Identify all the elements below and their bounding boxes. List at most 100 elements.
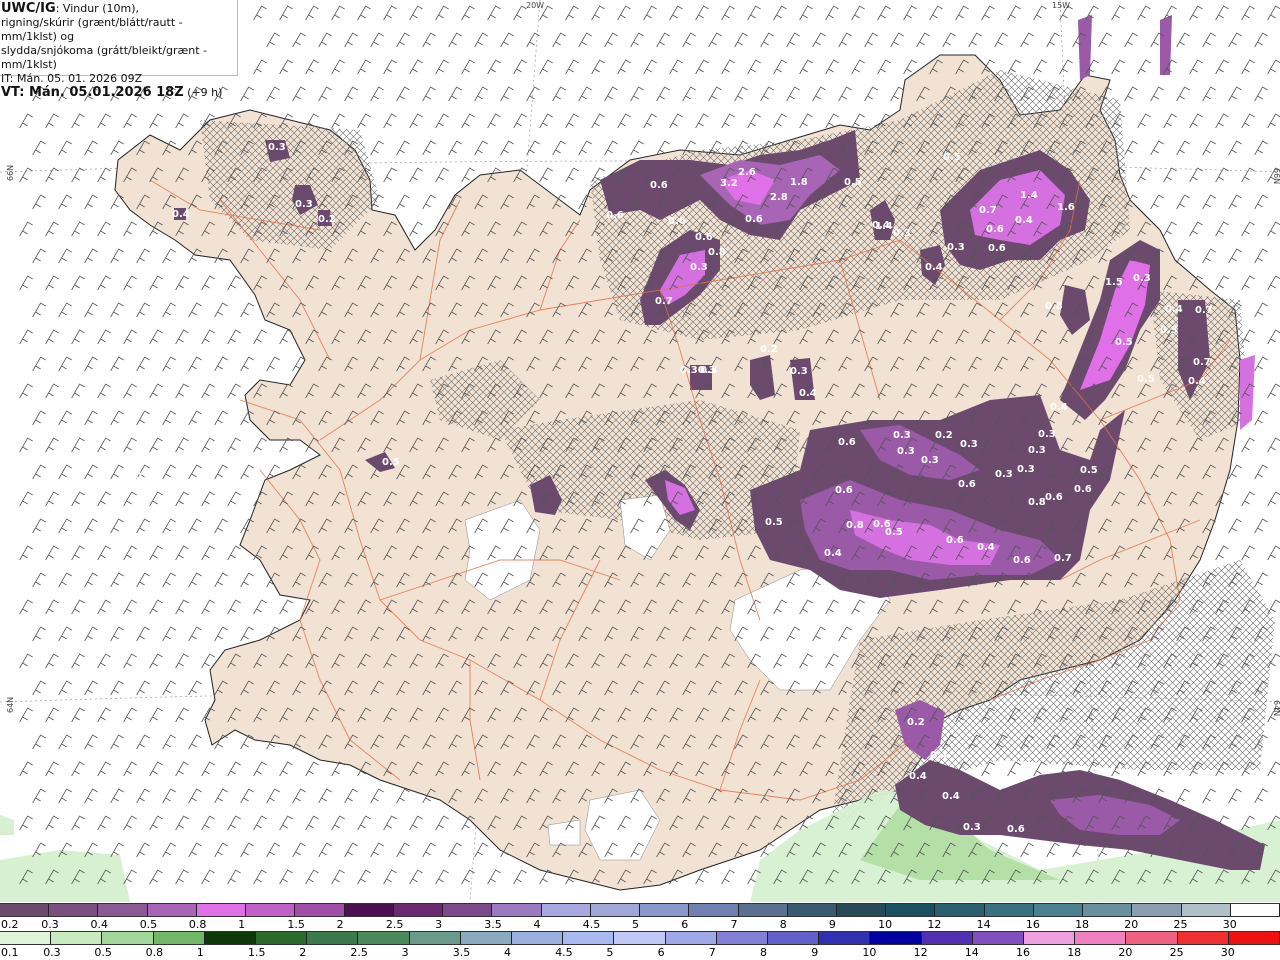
legend-value: 9 [828,918,836,931]
legend-swatch [1230,904,1280,916]
legend-swatch [870,932,922,944]
legend-value: 4.5 [555,946,573,959]
precip-value: 0.4 [1015,215,1033,226]
legend-value: 20 [1118,946,1133,959]
precip-value: 0.4 [799,388,817,399]
legend-value: 9 [811,946,819,959]
legend-value: 0.2 [1,918,19,931]
legend-swatch [358,932,410,944]
legend-swatch [716,932,769,944]
legend-value: 12 [927,918,942,931]
legend-value: 0.5 [139,918,158,931]
precip-value: 1.4 [875,221,893,232]
model-name: UWC/IG [1,1,56,16]
legend-value: 3 [401,946,409,959]
precip-value: 0.3 [1160,325,1178,336]
legend-swatch [196,904,247,916]
precip-value: 0.6 [650,180,668,191]
precip-value: 0.6 [1007,824,1025,835]
precip-value: 2.6 [738,167,756,178]
precip-value: 0.3 [1017,464,1035,475]
precip-value: 0.3 [295,199,313,210]
legend-swatch [819,932,871,944]
legend-swatch [787,904,837,916]
precip-value: 0.8 [708,247,726,258]
legend-swatch [1126,932,1178,944]
precip-value: 0.3 [135,471,153,482]
precip-value: 0.6 [695,232,713,243]
lat-label-64n-left: 64N [6,697,15,713]
precip-value: 0.5 [765,517,783,528]
legend-swatch [49,904,99,916]
legend-value: 1 [196,946,204,959]
precip-value: 0.8 [846,520,864,531]
legend-value: 10 [878,918,893,931]
lon-label-15w: 15W [1052,1,1070,10]
snow-legend-labels: 0.2 0.3 0.4 0.5 0.8 1 1.5 2 2.5 3 3.5 4 4.5 5 6 7 8 9 10 12… [0,918,1280,932]
legend-value: 25 [1169,946,1184,959]
legend-value: 8 [760,946,767,959]
rain-legend-bar [0,931,1280,945]
header-line3: slydda/snjókoma (grátt/bleikt/grænt - mm… [1,44,208,71]
legend-value: 1 [238,918,246,931]
precip-value: 1.4 [1020,190,1038,201]
legend-value: 1.5 [248,946,266,959]
map-info-box: UWC/IG: Vindur (10m), rigning/skúrir (gr… [0,0,238,100]
legend-value: 0.3 [41,918,59,931]
precip-value: 0.5 [1115,337,1133,348]
legend-swatch [246,904,296,916]
legend-swatch [0,932,52,944]
legend-swatch [204,932,257,944]
precip-value: 0.6 [873,519,891,530]
valid-time: VT: Mán. 05.01.2026 18Z [1,85,184,100]
legend-swatch [409,932,461,944]
precip-value: 0.4 [824,548,842,559]
precip-value: 0.3 [893,430,911,441]
legend-value: 18 [1067,946,1082,959]
legend-swatch [460,932,513,944]
precip-value: 0.5 [382,457,400,468]
precip-value: 0.3 [690,262,708,273]
precip-value: 0.6 [835,485,853,496]
legend-value: 20 [1124,918,1139,931]
legend-value: 12 [913,946,928,959]
legend-swatch [295,904,345,916]
precip-value: 0.6 [1045,492,1063,503]
precip-value: 0.4 [909,771,927,782]
legend-swatch [153,932,205,944]
init-time: IT: Mán. 05. 01. 2026 09Z [1,72,143,85]
precip-value: 0.6 [1013,555,1031,566]
precip-value: 1.8 [790,177,808,188]
legend-value: 0.5 [94,946,112,959]
legend-swatch [1083,904,1133,916]
precip-value: 0.5 [943,152,961,163]
precip-value: 0.5 [1080,465,1098,476]
legend-value: 4.5 [582,918,601,931]
legend-swatch [1132,904,1182,916]
precip-value: 0.6 [988,243,1006,254]
legend-value: 25 [1173,918,1188,931]
legend-value: 4 [504,946,511,959]
header-line1: : Vindur (10m), [55,2,139,15]
legend-swatch [307,932,359,944]
legend-value: 0.8 [145,946,164,959]
legend-value: 5 [606,946,614,959]
legend-value: 1.5 [287,918,305,931]
precip-value: 0.2 [760,344,778,355]
lat-label-66n-left: 66N [6,165,15,181]
precip-value: 0.6 [606,210,624,221]
legend-swatch [836,904,887,916]
legend-value: 2.5 [385,918,404,931]
precip-value: 0.4 [1188,376,1206,387]
legend-swatch [768,932,820,944]
snow-legend: 0.2 0.3 0.4 0.5 0.8 1 1.5 2 2.5 3 3.5 4 4.5 5 6 7 8 9 10 12… [0,903,1280,931]
forecast-map[interactable]: 20W 15W 66N 66N 64N 64N 0.30.30.20.50.30… [0,0,1280,902]
legend-value: 0.1 [1,946,19,959]
legend-value: 2.5 [350,946,368,959]
precip-value: 0.3 [995,469,1013,480]
legend-value: 14 [976,918,991,931]
legend-swatch [1075,932,1127,944]
legend-swatch [1177,932,1229,944]
legend-swatch [1228,932,1280,944]
legend-value: 0.3 [43,946,61,959]
